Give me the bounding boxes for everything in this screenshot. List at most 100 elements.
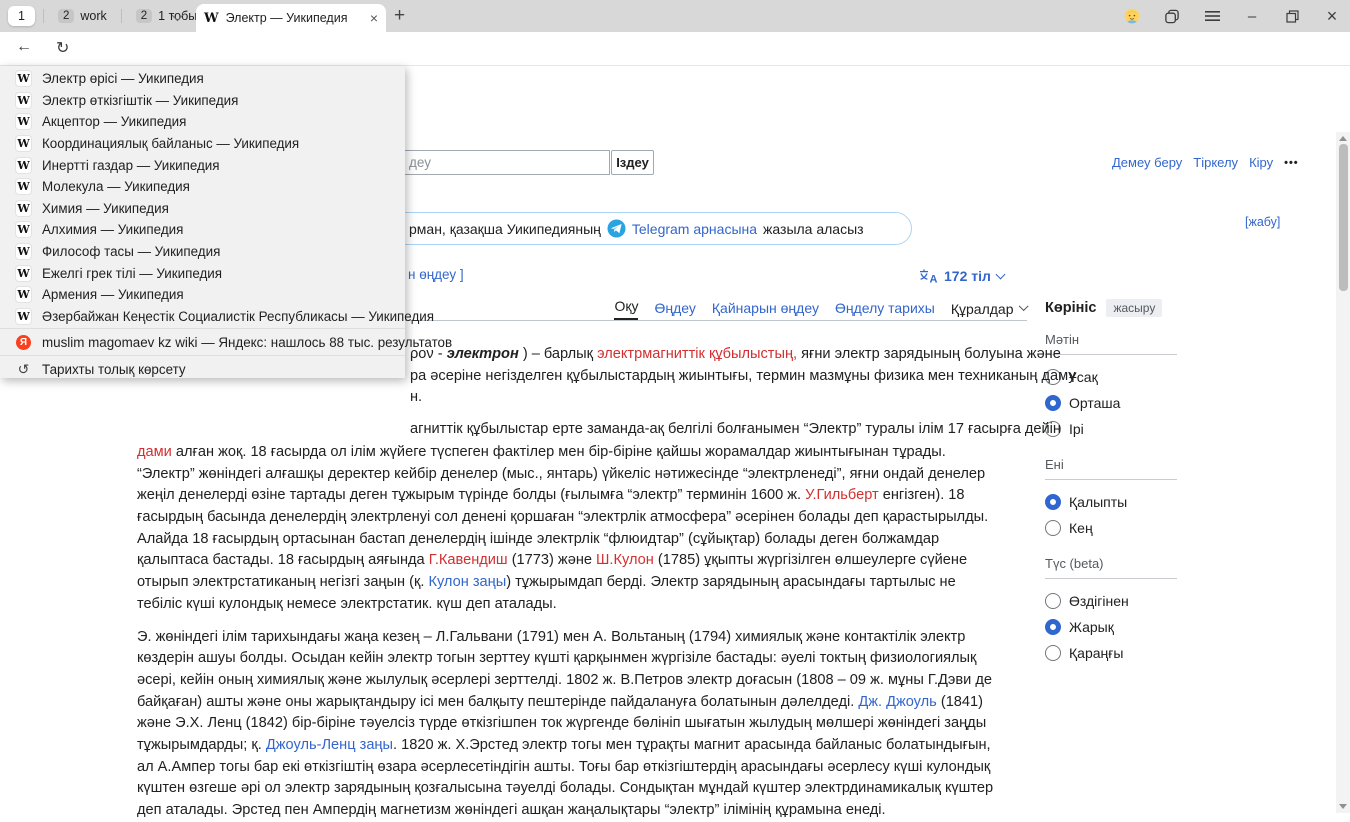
- suggestion-item[interactable]: WХимия — Уикипедия: [0, 198, 405, 220]
- radio-unchecked[interactable]: [1045, 645, 1061, 661]
- yandex-suggestion-item[interactable]: Я muslim magomaev kz wiki — Яндекс: нашл…: [0, 330, 405, 354]
- header-link[interactable]: Кіру: [1249, 155, 1273, 170]
- wikipedia-favicon: W: [204, 11, 219, 26]
- window-close-button[interactable]: ×: [1324, 8, 1340, 24]
- tab-group-chip[interactable]: 2work: [52, 7, 113, 25]
- suggestion-item[interactable]: WКоординациялық байланыс — Уикипедия: [0, 133, 405, 155]
- suggestion-item[interactable]: WЭлектр өткізгіштік — Уикипедия: [0, 90, 405, 112]
- article-line: жеңіл денелерді өзіне тартады деген тұжы…: [137, 485, 993, 507]
- wikipedia-icon: W: [16, 179, 31, 194]
- show-full-history-item[interactable]: ↺ Тарихты толық көрсету: [0, 357, 405, 381]
- article-link[interactable]: Джоуль-Ленц заңы: [266, 737, 393, 753]
- telegram-icon: [607, 219, 626, 238]
- appearance-hide-button[interactable]: жасыру: [1106, 299, 1162, 317]
- red-link[interactable]: дами: [137, 444, 172, 460]
- radio-option[interactable]: Жарық: [1045, 614, 1177, 640]
- tab-close-icon[interactable]: ×: [370, 10, 378, 26]
- article-text: ра әсеріне негізделген құбылыстардың жиы…: [410, 368, 1076, 384]
- banner-close-link[interactable]: [жабу]: [1245, 215, 1280, 229]
- suggestion-item[interactable]: WАрмения — Уикипедия: [0, 284, 405, 306]
- radio-checked[interactable]: [1045, 494, 1061, 510]
- suggestion-item[interactable]: WИнертті газдар — Уикипедия: [0, 154, 405, 176]
- article-text: ) тұжырымдап берді. Электр зарядының ара…: [506, 574, 956, 590]
- article-line: деп аталады. Эрстед пен Ампердің магнети…: [137, 800, 993, 822]
- view-tab[interactable]: Өңделу тарихы: [835, 297, 935, 320]
- article-text: яғни электр зарядының болуына және: [797, 346, 1061, 362]
- view-tab[interactable]: Құралдар: [951, 297, 1025, 320]
- red-link[interactable]: У.Гильберт: [805, 487, 879, 503]
- article-line: ғасырдың басында денелердің электрленуі …: [137, 507, 993, 529]
- tab-panels-icon[interactable]: [1164, 8, 1180, 24]
- article-link[interactable]: Кулон заңы: [428, 574, 506, 590]
- active-tab[interactable]: W Электр — Уикипедия ×: [196, 4, 386, 32]
- article-line: қалыптаса бастады. 18 ғасырдың аяғында Г…: [137, 550, 993, 572]
- suggestion-item[interactable]: WЭлектр өрісі — Уикипедия: [0, 68, 405, 90]
- header-more-button[interactable]: •••: [1284, 157, 1299, 169]
- radio-checked[interactable]: [1045, 619, 1061, 635]
- suggestion-item[interactable]: WЕжелгі грек тілі — Уикипедия: [0, 262, 405, 284]
- radio-label: Орташа: [1069, 395, 1120, 411]
- page-scrollbar[interactable]: [1336, 132, 1350, 813]
- article-line: “Электр” жөніндегі алғашқы деректер кейб…: [137, 464, 993, 486]
- suggestion-item[interactable]: WМолекула — Уикипедия: [0, 176, 405, 198]
- language-selector[interactable]: A 172 тіл: [918, 268, 1004, 284]
- back-icon[interactable]: ←: [16, 38, 32, 56]
- tab-group-chip[interactable]: 1: [8, 6, 35, 26]
- wikipedia-icon: W: [16, 309, 31, 324]
- appearance-section-label: Түс (beta): [1045, 556, 1177, 579]
- tab-group-chip[interactable]: 21 тобы: [130, 7, 204, 25]
- suggestion-item[interactable]: WАкцептор — Уикипедия: [0, 111, 405, 133]
- radio-label: Кең: [1069, 520, 1093, 536]
- radio-option[interactable]: Кең: [1045, 515, 1177, 541]
- scrollbar-thumb[interactable]: [1339, 144, 1348, 291]
- browser-menu-icon[interactable]: [1204, 8, 1220, 24]
- suggestion-text: Электр өткізгіштік — Уикипедия: [42, 93, 238, 108]
- article-text: (1841): [937, 694, 983, 710]
- article-line: н.: [410, 387, 1076, 409]
- radio-option[interactable]: Өздігінен: [1045, 588, 1177, 614]
- telegram-channel-link[interactable]: Telegram арнасына: [632, 221, 757, 237]
- article-text: н.: [410, 389, 422, 405]
- article-text: жеңіл денелерді өзіне тартады деген тұжы…: [137, 487, 805, 503]
- view-tab[interactable]: Оқу: [614, 295, 638, 320]
- article-line: күштен өзгеше әрі ол электр зарядының қо…: [137, 778, 993, 800]
- header-link[interactable]: Тіркелу: [1193, 155, 1238, 170]
- red-link[interactable]: Г.Кавендиш: [429, 552, 508, 568]
- suggestion-text: Философ тасы — Уикипедия: [42, 244, 220, 259]
- banner-text-after: жазыла аласыз: [763, 221, 864, 237]
- suggestion-item[interactable]: W Философ тасы — Уикипедия: [0, 241, 405, 263]
- window-minimize-button[interactable]: –: [1244, 8, 1260, 24]
- new-tab-button[interactable]: +: [394, 4, 405, 28]
- scrollbar-down-arrow[interactable]: [1339, 804, 1347, 809]
- article-text: деп аталады. Эрстед пен Ампердің магнети…: [137, 802, 886, 818]
- radio-unchecked[interactable]: [1045, 520, 1061, 536]
- divider: [0, 328, 405, 329]
- language-count: 172 тіл: [944, 268, 991, 284]
- red-link[interactable]: Ш.Кулон: [596, 552, 654, 568]
- window-maximize-button[interactable]: [1284, 8, 1300, 24]
- header-link[interactable]: Демеу беру: [1112, 155, 1182, 170]
- suggestion-item[interactable]: WАлхимия — Уикипедия: [0, 219, 405, 241]
- article-text: байқаған) ашты және оны жарықтандыру ісі…: [137, 694, 858, 710]
- suggestion-text: Химия — Уикипедия: [42, 201, 169, 216]
- wikipedia-icon: W: [16, 244, 31, 259]
- article-text: күштен өзгеше әрі ол электр зарядының қо…: [137, 780, 993, 796]
- view-tab[interactable]: Қайнарын өңдеу: [712, 297, 819, 320]
- scrollbar-up-arrow[interactable]: [1339, 136, 1347, 141]
- suggestion-list: WЭлектр өрісі — УикипедияWЭлектр өткізгі…: [0, 68, 405, 327]
- article-line: тұжырымдарды; қ. Джоуль-Ленц заңы. 1820 …: [137, 735, 993, 757]
- banner-text-before: рман, қазақша Уикипедияның: [409, 221, 601, 237]
- reload-icon[interactable]: ↻: [56, 38, 69, 58]
- red-link[interactable]: электрмагниттік құбылыстың,: [597, 346, 797, 362]
- view-tab[interactable]: Өңдеу: [654, 297, 695, 320]
- wiki-search-button[interactable]: Іздеу: [611, 150, 654, 175]
- radio-unchecked[interactable]: [1045, 593, 1061, 609]
- profile-avatar[interactable]: [1124, 8, 1140, 24]
- article-line: байқаған) ашты және оны жарықтандыру ісі…: [137, 692, 993, 714]
- radio-option[interactable]: Қалыпты: [1045, 489, 1177, 515]
- article-link[interactable]: Дж. Джоуль: [858, 694, 936, 710]
- radio-option[interactable]: Қараңғы: [1045, 640, 1177, 666]
- suggestion-item[interactable]: WӘзербайжан Кеңестік Социалистік Республ…: [0, 306, 405, 328]
- edit-description-link-fragment[interactable]: н өңдеу ]: [408, 267, 464, 282]
- article-text: агниттік құбылыстар ерте заманда-ақ белг…: [410, 421, 1061, 437]
